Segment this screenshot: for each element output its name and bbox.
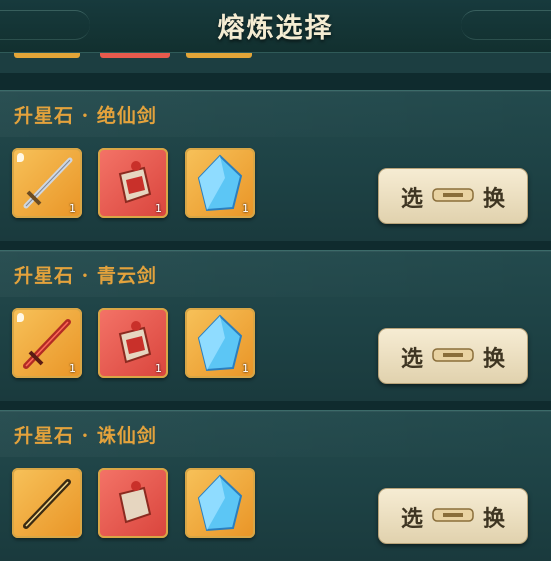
select-swap-button[interactable]: 选 换 bbox=[378, 488, 528, 544]
item-slot-bag[interactable]: 1 bbox=[98, 308, 168, 378]
smelt-option-card: 升星石 · 青云剑 1 1 1 选 换 bbox=[0, 250, 551, 401]
button-label-left: 选 bbox=[401, 186, 424, 212]
select-swap-button[interactable]: 选 换 bbox=[378, 328, 528, 384]
select-swap-button[interactable]: 选 换 bbox=[378, 168, 528, 224]
key-icon bbox=[432, 508, 474, 522]
smelt-option-card: 升星石 · 绝仙剑 1 1 1 选 换 bbox=[0, 90, 551, 241]
page-title: 熔炼选择 bbox=[217, 13, 334, 44]
header-bar: 熔炼选择 bbox=[0, 0, 551, 53]
card-title: 升星石 · 青云剑 bbox=[14, 265, 157, 287]
smelt-option-card: 升星石 · 诛仙剑 选 换 bbox=[0, 410, 551, 561]
button-label-left: 选 bbox=[401, 346, 424, 372]
red-bag-icon bbox=[118, 481, 152, 524]
item-count: 1 bbox=[155, 362, 162, 375]
button-label-right: 换 bbox=[482, 346, 505, 372]
item-count: 1 bbox=[69, 202, 76, 215]
blue-crystal-icon bbox=[197, 474, 243, 532]
key-icon bbox=[432, 188, 474, 202]
button-label-left: 选 bbox=[401, 506, 424, 532]
item-slot-crystal[interactable]: 1 bbox=[185, 148, 255, 218]
key-icon bbox=[432, 348, 474, 362]
item-slot-sword[interactable] bbox=[12, 468, 82, 538]
button-label-right: 换 bbox=[482, 186, 505, 212]
item-count: 1 bbox=[242, 202, 249, 215]
item-count: 1 bbox=[242, 362, 249, 375]
item-slot-bag[interactable]: 1 bbox=[98, 148, 168, 218]
item-slot-sword[interactable]: 1 bbox=[12, 148, 82, 218]
previous-slot-edge bbox=[186, 53, 252, 58]
button-label-right: 换 bbox=[482, 506, 505, 532]
item-count: 1 bbox=[155, 202, 162, 215]
sword-icon bbox=[23, 479, 71, 529]
item-slot-crystal[interactable] bbox=[185, 468, 255, 538]
previous-list-strip bbox=[0, 53, 551, 73]
item-count: 1 bbox=[69, 362, 76, 375]
item-slot-bag[interactable] bbox=[98, 468, 168, 538]
card-title: 升星石 · 诛仙剑 bbox=[14, 425, 157, 447]
card-title: 升星石 · 绝仙剑 bbox=[14, 105, 157, 127]
previous-slot-edge bbox=[100, 53, 170, 58]
item-slot-sword[interactable]: 1 bbox=[12, 308, 82, 378]
item-slot-crystal[interactable]: 1 bbox=[185, 308, 255, 378]
previous-slot-edge bbox=[14, 53, 80, 58]
